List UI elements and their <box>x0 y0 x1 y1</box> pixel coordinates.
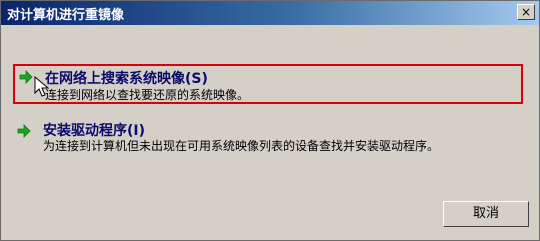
command-description: 连接到网络以查找要还原的系统映像。 <box>45 88 250 102</box>
command-description: 为连接到计算机但未出现在可用系统映像列表的设备查找并安装驱动程序。 <box>43 139 440 153</box>
green-arrow-icon <box>17 124 31 138</box>
command-link-search-network[interactable]: 在网络上搜索系统映像(S) 连接到网络以查找要还原的系统映像。 <box>13 64 523 104</box>
command-title: 在网络上搜索系统映像(S) <box>45 71 208 87</box>
title-bar[interactable]: 对计算机进行重镜像 × <box>1 1 539 25</box>
close-button[interactable]: × <box>517 4 535 20</box>
command-link-install-drivers[interactable]: 安装驱动程序(I) 为连接到计算机但未出现在可用系统映像列表的设备查找并安装驱动… <box>13 120 523 180</box>
mouse-cursor-icon <box>34 76 50 97</box>
close-icon: × <box>520 5 532 19</box>
green-arrow-icon <box>19 70 33 84</box>
window-title: 对计算机进行重镜像 <box>7 8 125 23</box>
command-title: 安装驱动程序(I) <box>43 123 146 139</box>
dialog-content: 在网络上搜索系统映像(S) 连接到网络以查找要还原的系统映像。 安装驱动程序(I… <box>1 25 539 240</box>
cancel-button[interactable]: 取消 <box>443 201 529 227</box>
dialog-window: 对计算机进行重镜像 × 在网络上搜索系统映像(S) 连接到网络以查找要还原的系统… <box>0 0 540 241</box>
